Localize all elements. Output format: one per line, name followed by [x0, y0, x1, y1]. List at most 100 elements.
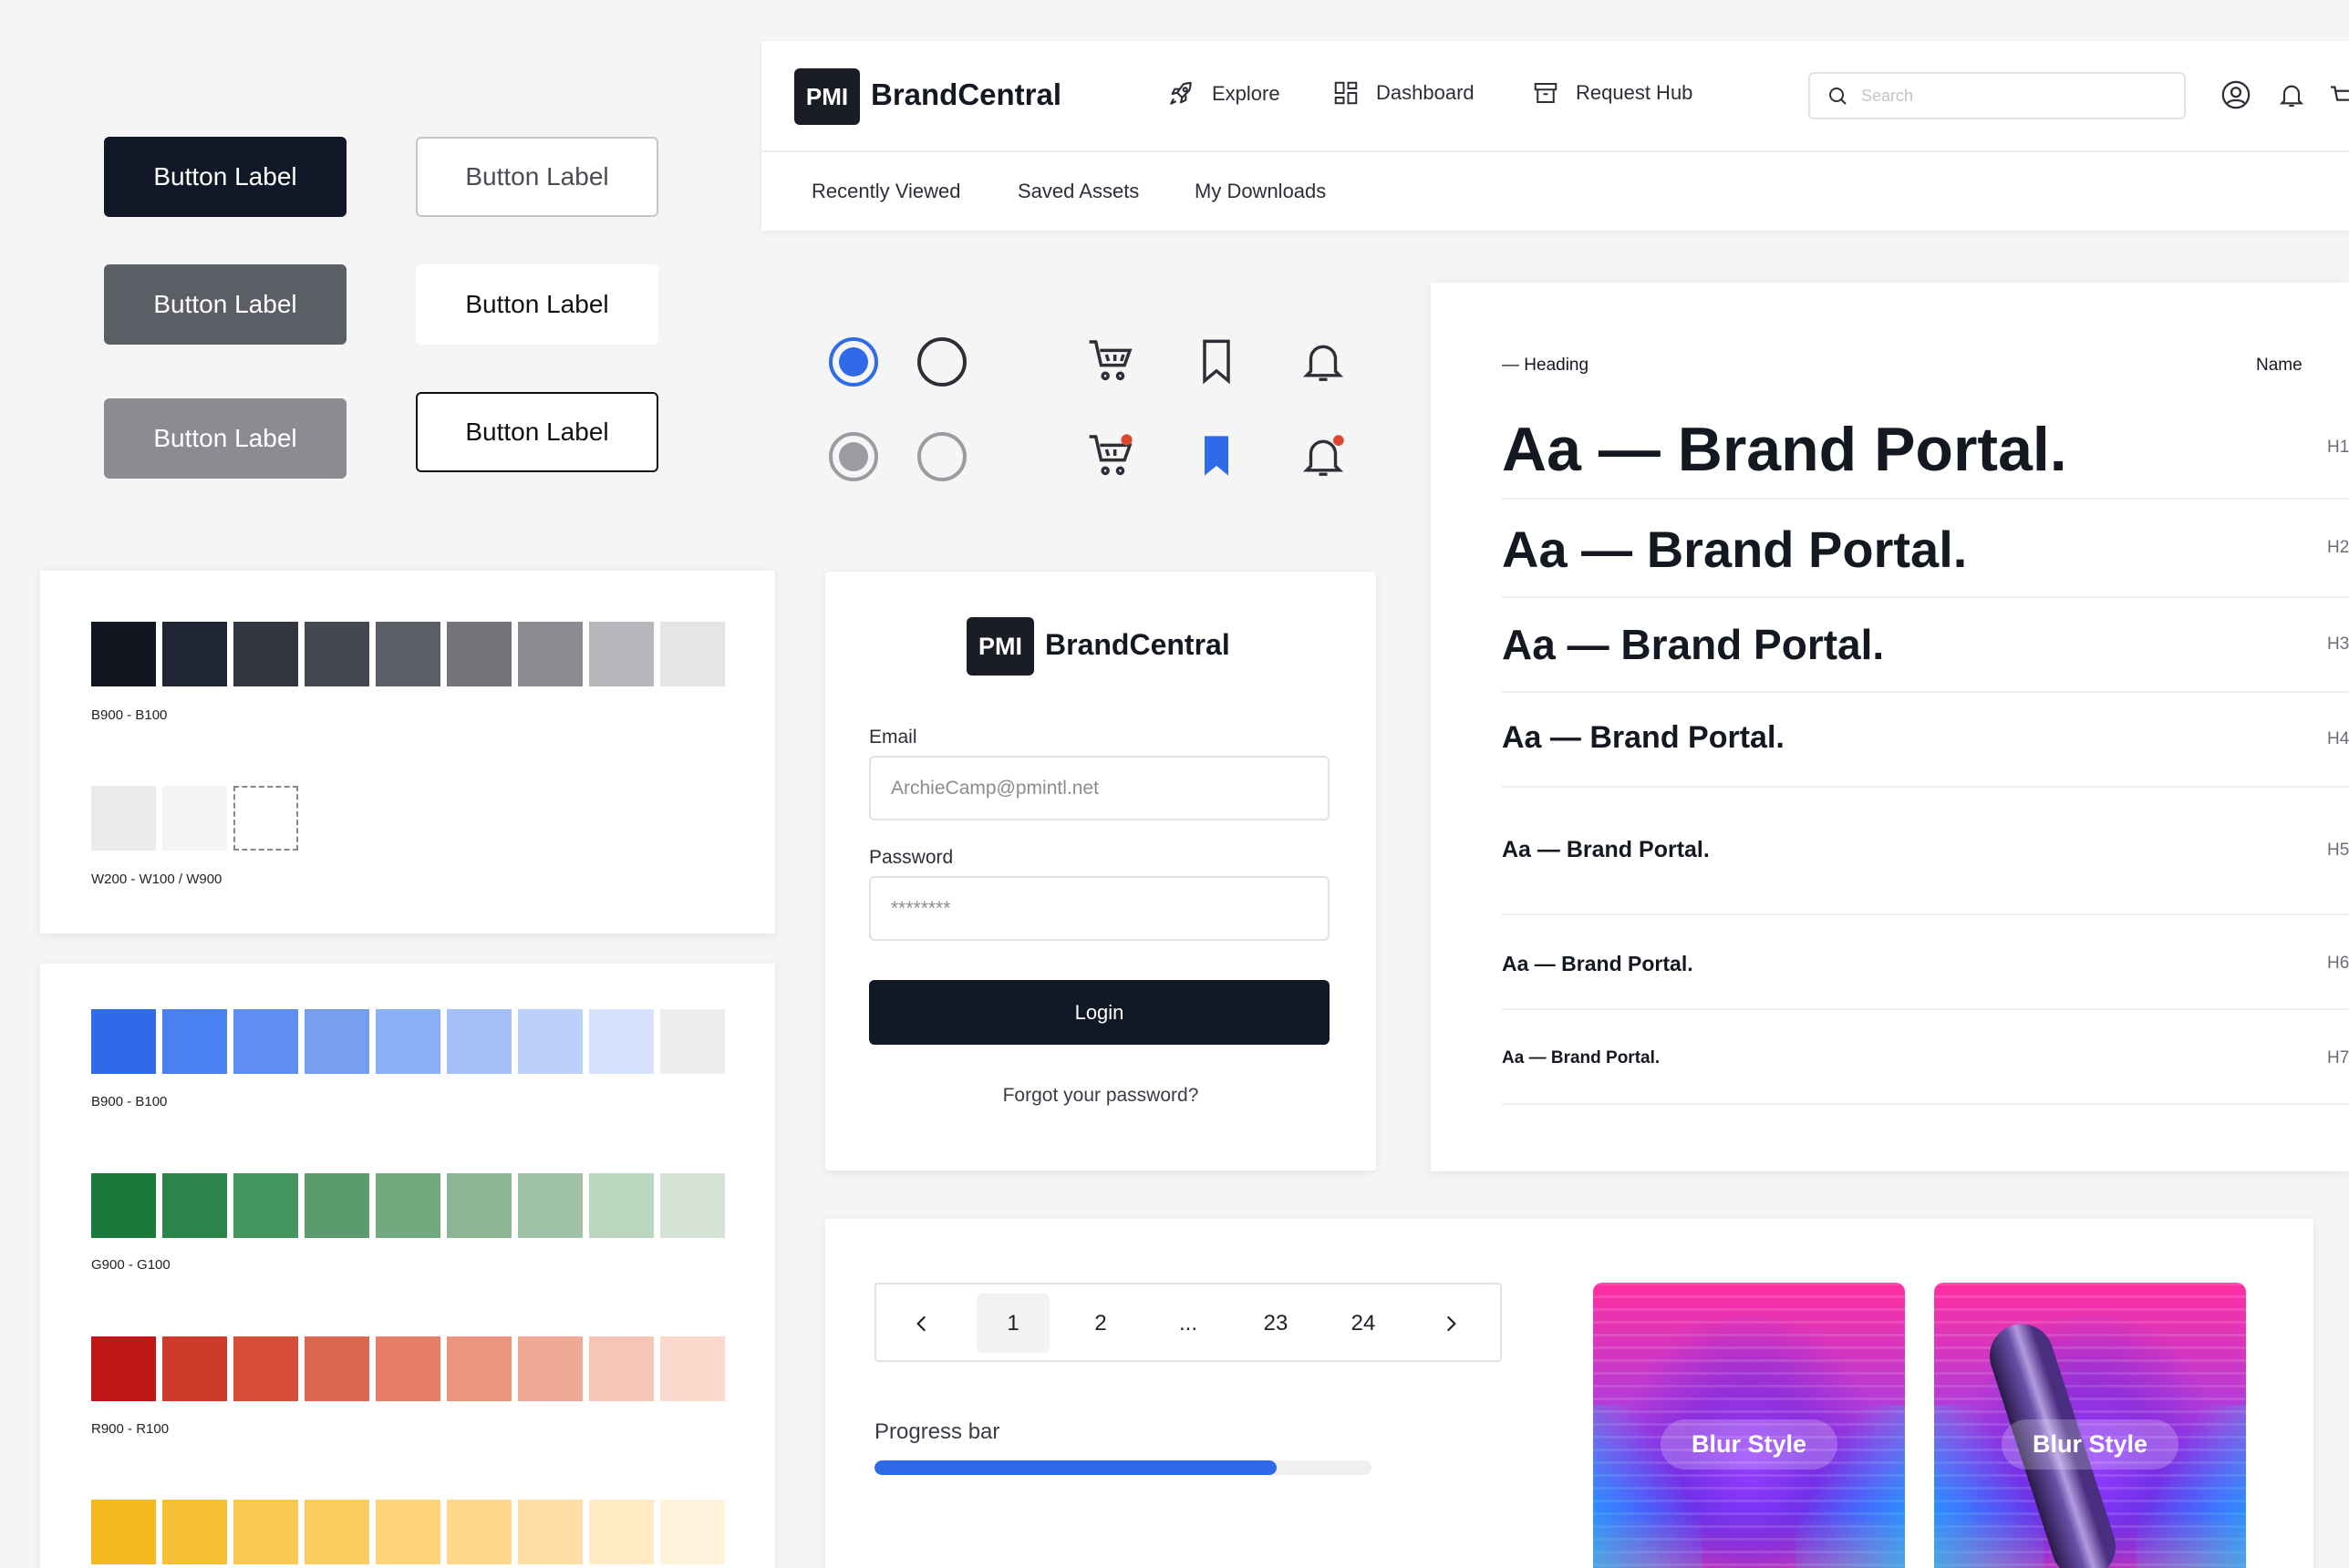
typo-tag: H5 [2327, 841, 2349, 860]
blue-swatches [91, 1009, 725, 1074]
email-field[interactable]: ArchieCamp@pmintl.net [869, 756, 1330, 820]
bell-icon[interactable] [1299, 335, 1348, 387]
swatch [305, 1173, 369, 1238]
typo-sample: Aa — Brand Portal. [1502, 621, 1885, 668]
top-navigation: PMI BrandCentral Explore Dashboard Reque… [761, 41, 2349, 231]
white-swatches [91, 786, 298, 851]
swatch [518, 1500, 583, 1564]
ghost-button[interactable]: Button Label [416, 264, 658, 345]
typo-sample: Aa — Brand Portal. [1502, 720, 1785, 755]
pmi-logo[interactable]: PMI [794, 68, 860, 125]
swatch [91, 1173, 156, 1238]
swatch [305, 1009, 369, 1074]
subnav-recently-viewed[interactable]: Recently Viewed [812, 180, 960, 203]
swatch [447, 1336, 512, 1401]
typo-row-h4: Aa — Brand Portal. H4 [1502, 693, 2349, 788]
page-23[interactable]: 23 [1239, 1294, 1312, 1353]
password-field[interactable]: ******** [869, 876, 1330, 941]
swatch [305, 622, 369, 686]
cart-notification-icon[interactable] [1085, 430, 1136, 481]
radio-unselected[interactable] [916, 335, 968, 388]
login-card: PMI BrandCentral Email ArchieCamp@pmintl… [825, 572, 1376, 1171]
swatch [660, 1500, 725, 1564]
hover-button[interactable]: Button Label [104, 264, 347, 345]
search-box[interactable] [1808, 72, 2186, 119]
radio-selected[interactable] [827, 335, 880, 388]
palette-label: G900 - G100 [91, 1257, 171, 1273]
swatch [518, 1173, 583, 1238]
subnav-saved-assets[interactable]: Saved Assets [1018, 180, 1139, 203]
blur-card[interactable]: Blur Style [1593, 1283, 1905, 1568]
typo-sample: Aa — Brand Portal. [1502, 415, 2067, 484]
typo-row-h1: Aa — Brand Portal. H1 [1502, 397, 2349, 500]
cart-icon[interactable] [1085, 335, 1136, 387]
nav-label: Request Hub [1576, 81, 1693, 104]
red-swatches [91, 1336, 725, 1401]
palette-label: B900 - B100 [91, 707, 168, 723]
swatch [518, 622, 583, 686]
neutral-palette-card: B900 - B100 W200 - W100 / W900 [40, 571, 775, 934]
bookmark-icon[interactable] [1193, 335, 1240, 387]
swatch [660, 1336, 725, 1401]
nav-item-explore[interactable]: Explore [1166, 79, 1280, 108]
swatch [589, 622, 654, 686]
swatch [660, 1009, 725, 1074]
swatch [589, 1173, 654, 1238]
search-input[interactable] [1861, 86, 2153, 106]
page-2[interactable]: 2 [1064, 1294, 1137, 1353]
bell-notification-icon[interactable] [1299, 430, 1348, 481]
page-1[interactable]: 1 [977, 1294, 1050, 1353]
swatch [233, 1173, 298, 1238]
swatch [91, 622, 156, 686]
brand-name[interactable]: BrandCentral [871, 77, 1061, 112]
swatch [91, 786, 156, 851]
swatch [305, 1500, 369, 1564]
swatch [376, 1009, 440, 1074]
chevron-left-icon [916, 1315, 926, 1331]
subnav-my-downloads[interactable]: My Downloads [1195, 180, 1326, 203]
typography-card: — Heading Name Aa — Brand Portal. H1 Aa … [1431, 283, 2349, 1171]
swatch [162, 1173, 227, 1238]
typo-tag: H2 [2327, 538, 2349, 557]
yellow-swatches [91, 1500, 725, 1564]
primary-button[interactable]: Button Label [104, 137, 347, 217]
progress-label: Progress bar [874, 1419, 1000, 1444]
neutral-swatches [91, 622, 725, 686]
radio-unselected-disabled[interactable] [916, 430, 968, 483]
page-24[interactable]: 24 [1327, 1294, 1400, 1353]
nav-divider [761, 150, 2349, 152]
bell-icon[interactable] [2277, 79, 2306, 110]
swatch [660, 1173, 725, 1238]
outline-dark-button[interactable]: Button Label [416, 392, 658, 472]
nav-item-dashboard[interactable]: Dashboard [1332, 79, 1475, 107]
nav-label: Dashboard [1376, 81, 1475, 104]
disabled-button[interactable]: Button Label [104, 398, 347, 479]
swatch [518, 1009, 583, 1074]
swatch [162, 1336, 227, 1401]
radio-selected-disabled[interactable] [827, 430, 880, 483]
typo-sample: Aa — Brand Portal. [1502, 521, 1968, 578]
pagination-prev[interactable] [885, 1294, 958, 1353]
outline-light-button[interactable]: Button Label [416, 137, 658, 217]
user-icon[interactable] [2220, 79, 2251, 110]
swatch [589, 1009, 654, 1074]
login-button[interactable]: Login [869, 980, 1330, 1045]
pagination-next[interactable] [1414, 1294, 1487, 1353]
pagination: 1 2 ... 23 24 [874, 1283, 1502, 1362]
palette-label: R900 - R100 [91, 1421, 170, 1437]
archive-icon [1534, 83, 1557, 103]
swatch-transparent [233, 786, 298, 851]
cart-icon[interactable] [2330, 79, 2349, 110]
nav-item-request-hub[interactable]: Request Hub [1532, 79, 1692, 107]
search-icon [1829, 88, 1847, 105]
bookmark-filled-icon[interactable] [1193, 430, 1240, 481]
swatch [162, 1500, 227, 1564]
blur-card-product[interactable]: Blur Style [1934, 1283, 2246, 1568]
swatch [589, 1500, 654, 1564]
forgot-password-link[interactable]: Forgot your password? [825, 1085, 1376, 1107]
nav-label: Explore [1212, 82, 1280, 105]
typo-tag: H4 [2327, 729, 2349, 748]
swatch [376, 1173, 440, 1238]
swatch [376, 1336, 440, 1401]
palette-label: B900 - B100 [91, 1094, 168, 1109]
